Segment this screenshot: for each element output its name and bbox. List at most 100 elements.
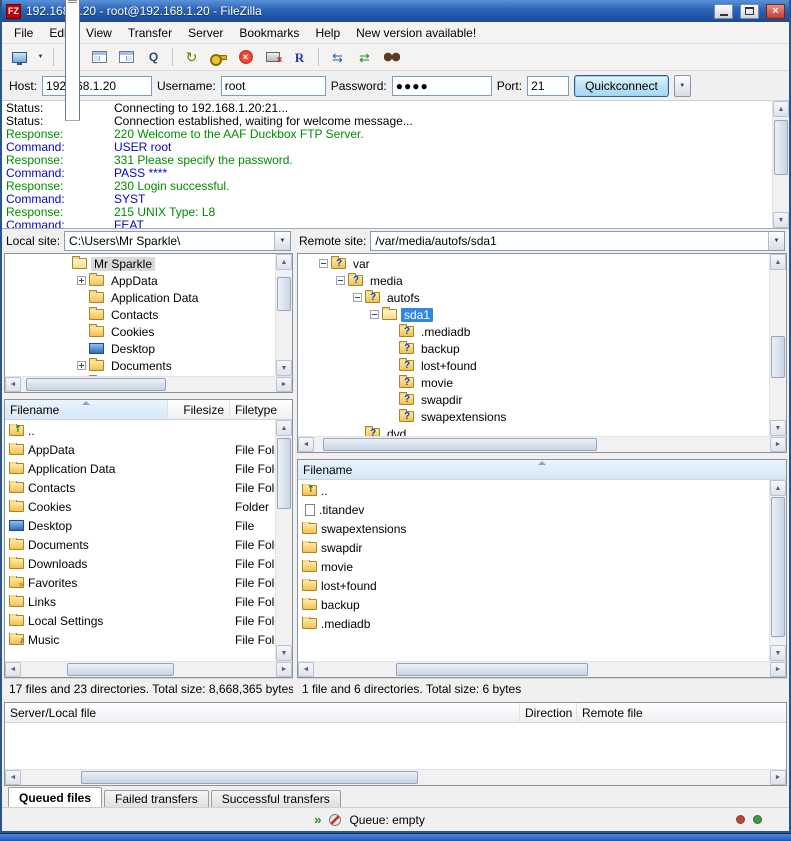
scrollbar-track[interactable] [314,662,770,677]
tree-item[interactable]: Documents [5,357,275,374]
file-row[interactable]: Contacts File Folder [5,478,275,497]
local-list-hscrollbar[interactable]: ◄ ► [5,661,292,677]
scrollbar-thumb[interactable] [81,771,418,784]
process-queue-icon[interactable]: » [314,813,321,826]
column-header[interactable]: Filename [298,460,786,479]
scrollbar-thumb[interactable] [323,438,597,451]
scrollbar-thumb[interactable] [67,663,174,676]
close-button[interactable]: × [766,4,785,19]
expander-icon[interactable] [370,310,379,319]
scroll-up-icon[interactable]: ▲ [773,101,789,117]
scrollbar-track[interactable] [770,270,786,420]
file-row[interactable]: backup [298,595,769,614]
queue-tab[interactable]: Successful transfers [211,790,341,807]
scrollbar-thumb[interactable] [771,497,785,637]
site-manager-button[interactable] [7,46,32,68]
column-header[interactable]: Filetype [230,400,292,419]
file-row[interactable]: lost+found [298,576,769,595]
queue-tab[interactable]: Queued files [8,787,102,807]
find-files-button[interactable] [379,46,404,68]
file-row[interactable]: Documents File Folder [5,535,275,554]
column-header[interactable]: Remote file [577,703,786,722]
message-log-toggle-button[interactable] [60,46,85,68]
refresh-button[interactable]: ↻ [179,46,204,68]
remote-tree-toggle-button[interactable] [114,46,139,68]
menu-item[interactable]: Bookmarks [231,23,307,43]
scrollbar-thumb[interactable] [277,277,291,311]
remote-list-hscrollbar[interactable]: ◄ ► [298,661,786,677]
tree-item[interactable]: lost+found [298,357,769,374]
expander-icon[interactable] [336,276,345,285]
tree-item[interactable]: autofs [298,289,769,306]
scroll-down-icon[interactable]: ▼ [770,420,786,436]
tree-item[interactable]: Desktop [5,340,275,357]
queue-tab[interactable]: Failed transfers [104,790,209,807]
scroll-right-icon[interactable]: ► [276,377,292,392]
file-row[interactable]: Favorites File Folder [5,573,275,592]
expander-icon[interactable] [353,293,362,302]
scroll-right-icon[interactable]: ► [770,662,786,677]
quickconnect-dropdown-button[interactable]: ▼ [674,75,691,97]
site-manager-dropdown-button[interactable]: ▼ [34,46,47,68]
file-row[interactable]: movie [298,557,769,576]
column-header[interactable]: Direction [520,703,577,722]
username-input[interactable] [221,76,326,96]
tree-item[interactable]: movie [298,374,769,391]
tree-item[interactable]: Application Data [5,289,275,306]
file-row[interactable]: Downloads File Folder [5,554,275,573]
speed-limit-icon[interactable] [329,814,341,826]
expander-icon[interactable] [77,276,86,285]
scrollbar-track[interactable] [770,496,786,645]
tree-item[interactable]: media [298,272,769,289]
scrollbar-track[interactable] [276,436,292,645]
menu-item[interactable]: Help [307,23,348,43]
quickconnect-button[interactable]: Quickconnect [574,75,669,97]
scrollbar-track[interactable] [276,270,292,360]
tree-item[interactable]: Mr Sparkle [5,255,275,272]
file-row[interactable]: .titandev [298,500,769,519]
remote-tree-hscrollbar[interactable]: ◄ ► [298,436,786,452]
menu-item[interactable]: File [6,23,41,43]
cancel-button[interactable]: × [233,46,258,68]
tree-item[interactable]: AppData [5,272,275,289]
tree-item[interactable]: dvd [298,425,769,436]
file-row[interactable]: swapdir [298,538,769,557]
filter-button[interactable] [206,46,231,68]
reconnect-button[interactable]: R [287,46,312,68]
expander-icon[interactable] [319,259,328,268]
local-site-combo[interactable]: C:\Users\Mr Sparkle\ ▼ [64,231,291,251]
scroll-up-icon[interactable]: ▲ [276,254,292,270]
host-input[interactable] [42,76,152,96]
expander-icon[interactable] [77,361,86,370]
menu-item[interactable]: View [78,23,120,43]
column-header[interactable]: Server/Local file [5,703,520,722]
file-row[interactable]: .. [298,481,769,500]
column-header[interactable]: Filesize [168,400,230,419]
scroll-down-icon[interactable]: ▼ [770,645,786,661]
local-tree-hscrollbar[interactable]: ◄ ► [5,376,292,392]
scrollbar-thumb[interactable] [771,336,785,378]
scrollbar-track[interactable] [773,117,789,212]
synchronized-browsing-button[interactable]: ⇄ [352,46,377,68]
local-tree-vscrollbar[interactable]: ▲ ▼ [275,254,292,376]
scroll-down-icon[interactable]: ▼ [276,645,292,661]
file-row[interactable]: .. [5,421,275,440]
directory-comparison-button[interactable]: ⇆ [325,46,350,68]
scroll-down-icon[interactable]: ▼ [276,360,292,376]
scrollbar-track[interactable] [21,662,276,677]
remote-list-vscrollbar[interactable]: ▲ ▼ [769,480,786,661]
scrollbar-thumb[interactable] [396,663,588,676]
scroll-left-icon[interactable]: ◄ [298,437,314,452]
local-tree-toggle-button[interactable] [87,46,112,68]
local-list-vscrollbar[interactable]: ▲ ▼ [275,420,292,661]
scrollbar-track[interactable] [21,377,276,392]
tree-item[interactable]: backup [298,340,769,357]
file-row[interactable]: AppData File Folder [5,440,275,459]
menu-item[interactable]: New version available! [348,23,484,43]
scroll-up-icon[interactable]: ▲ [276,420,292,436]
file-row[interactable]: Music File Folder [5,630,275,649]
file-row[interactable]: .mediadb [298,614,769,633]
scrollbar-thumb[interactable] [277,438,291,509]
minimize-button[interactable] [714,4,733,19]
remote-site-combo[interactable]: /var/media/autofs/sda1 ▼ [370,231,785,251]
